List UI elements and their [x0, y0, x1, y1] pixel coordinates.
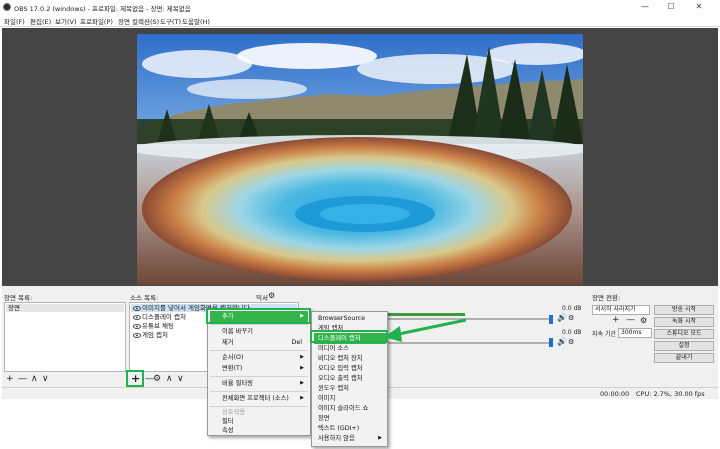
ctx-rename[interactable]: 이름 바꾸기 — [210, 326, 308, 337]
ctx-scale-filter-label: 비율 필터링 — [222, 380, 253, 387]
source-label: 유튜브 채팅 — [142, 322, 174, 330]
submenu-arrow-icon: ▶ — [300, 395, 304, 401]
mixer-row-gear-icon[interactable]: ⚙ — [568, 338, 574, 347]
menu-bar: 파일(F) 편집(E) 보기(V) 프로파일(P) 장면 컬렉션(S) 도구(T… — [0, 14, 720, 27]
mixer-level-1: 0.0 dB — [562, 305, 582, 312]
menu-file[interactable]: 파일(F) — [4, 16, 25, 26]
source-label: 게임 캡처 — [142, 331, 168, 339]
eye-icon[interactable] — [133, 306, 141, 342]
start-streaming-button[interactable]: 방송 시작 — [654, 305, 714, 315]
duration-input[interactable]: 300ms — [618, 328, 652, 338]
settings-button[interactable]: 설정 — [654, 341, 714, 351]
exit-button[interactable]: 끝내기 — [654, 353, 714, 363]
ctx-rename-label: 이름 바꾸기 — [222, 328, 253, 335]
mixer-row-gear-icon[interactable]: ⚙ — [568, 314, 574, 323]
source-up-button[interactable]: ∧ — [166, 375, 173, 384]
ctx-interact-label: 상호작용 — [222, 409, 246, 416]
studio-mode-button[interactable]: 스튜디오 모드 — [654, 329, 714, 339]
start-recording-button[interactable]: 녹화 시작 — [654, 317, 714, 327]
menu-view[interactable]: 보기(V) — [55, 16, 76, 26]
separator — [210, 376, 308, 377]
hot-spring-landscape — [137, 34, 583, 285]
submenu-arrow-icon: ▶ — [378, 435, 382, 441]
ctx-properties[interactable]: 속성 — [210, 425, 308, 436]
remove-scene-button[interactable]: — — [18, 375, 27, 384]
source-label: 디스플레이 캡처 — [142, 313, 186, 321]
window-title: OBS 17.0.2 (windows) - 프로파일: 제목없음 - 장면: … — [14, 5, 191, 13]
ctx-transform-label: 변환(T) — [222, 365, 243, 372]
add-transition-button[interactable]: + — [612, 316, 620, 325]
separator — [210, 324, 308, 325]
separator — [210, 391, 308, 392]
mixer-panel-label: 믹서 — [256, 294, 268, 302]
menu-tools[interactable]: 도구(T) — [160, 16, 181, 26]
status-cpu: CPU: 2.7%, 30.00 fps — [636, 390, 705, 398]
separator — [210, 350, 308, 351]
submenu-deprecated-label: 사용하지 않음 — [318, 435, 355, 442]
green-arrow-icon — [384, 318, 467, 342]
scenes-panel-label: 장면 목록: — [4, 294, 33, 302]
ctx-fullscreen-projector[interactable]: 전체화면 프로젝터 (소스) ▶ — [210, 393, 308, 404]
ctx-order-label: 순서(O) — [222, 354, 244, 361]
status-time: 00:00:00 — [600, 390, 630, 398]
add-scene-button[interactable]: + — [6, 375, 14, 384]
title-bar: OBS 17.0.2 (windows) - 프로파일: 제목없음 - 장면: … — [0, 0, 720, 14]
ctx-properties-label: 속성 — [222, 427, 234, 434]
scenes-list[interactable]: 장면 — [4, 302, 126, 372]
obs-logo-icon — [3, 3, 11, 11]
mixer-gear-icon[interactable]: ⚙ — [268, 291, 275, 300]
speaker-icon[interactable]: 🔊 — [557, 313, 567, 322]
volume-handle-2[interactable] — [549, 338, 553, 347]
remove-transition-button[interactable]: — — [626, 316, 635, 325]
add-menu-highlight — [206, 308, 311, 324]
menu-edit[interactable]: 편집(E) — [30, 16, 51, 26]
scene-down-button[interactable]: ∨ — [42, 375, 49, 384]
duration-value: 300ms — [621, 329, 642, 336]
duration-label: 지속 기간 — [592, 331, 616, 338]
sources-panel-label: 소스 목록: — [130, 294, 159, 302]
menu-scene-collection[interactable]: 장면 컬렉션(S) — [118, 16, 159, 26]
submenu-deprecated[interactable]: 사용하지 않음 ▶ — [314, 433, 386, 444]
volume-handle-1[interactable] — [549, 315, 553, 324]
source-properties-gear-icon[interactable]: ⚙ — [153, 375, 161, 384]
menu-profile[interactable]: 프로파일(P) — [80, 16, 113, 26]
menu-help[interactable]: 도움말(H) — [182, 16, 210, 26]
submenu-arrow-icon: ▶ — [300, 354, 304, 360]
ctx-transform[interactable]: 변환(T) ▶ — [210, 363, 308, 374]
display-capture-highlight — [310, 330, 388, 343]
add-source-button[interactable]: + — [131, 373, 140, 384]
transition-gear-icon[interactable]: ⚙ — [640, 316, 647, 325]
speaker-icon[interactable]: 🔊 — [557, 337, 567, 346]
transition-panel-label: 장면 전환: — [592, 294, 621, 302]
source-context-menu: 추가 ▶ 이름 바꾸기 제거 Del 순서(O) ▶ 변환(T) ▶ 비율 필터링 ▶ 전… — [207, 308, 311, 436]
transition-select[interactable]: 서서히 사라지기 — [592, 305, 650, 315]
mixer-level-2: 0.0 dB — [562, 329, 582, 336]
submenu-arrow-icon: ▶ — [300, 365, 304, 371]
submenu-arrow-icon: ▶ — [300, 380, 304, 386]
transition-value: 서서히 사라지기 — [595, 306, 636, 313]
scene-item[interactable]: 장면 — [6, 304, 124, 312]
scene-up-button[interactable]: ∧ — [31, 375, 38, 384]
preview-image — [137, 34, 583, 285]
ctx-scale-filter[interactable]: 비율 필터링 ▶ — [210, 378, 308, 389]
ctx-remove[interactable]: 제거 Del — [210, 337, 308, 348]
maximize-button[interactable]: ☐ — [660, 1, 682, 13]
minimize-button[interactable]: — — [634, 1, 656, 13]
ctx-remove-shortcut: Del — [291, 339, 302, 346]
ctx-filters-label: 필터 — [222, 418, 234, 425]
source-down-button[interactable]: ∨ — [177, 375, 184, 384]
ctx-remove-label: 제거 — [222, 339, 234, 346]
ctx-fullscreen-projector-label: 전체화면 프로젝터 (소스) — [222, 395, 289, 402]
close-button[interactable]: ✕ — [688, 1, 710, 13]
ctx-order[interactable]: 순서(O) ▶ — [210, 352, 308, 363]
